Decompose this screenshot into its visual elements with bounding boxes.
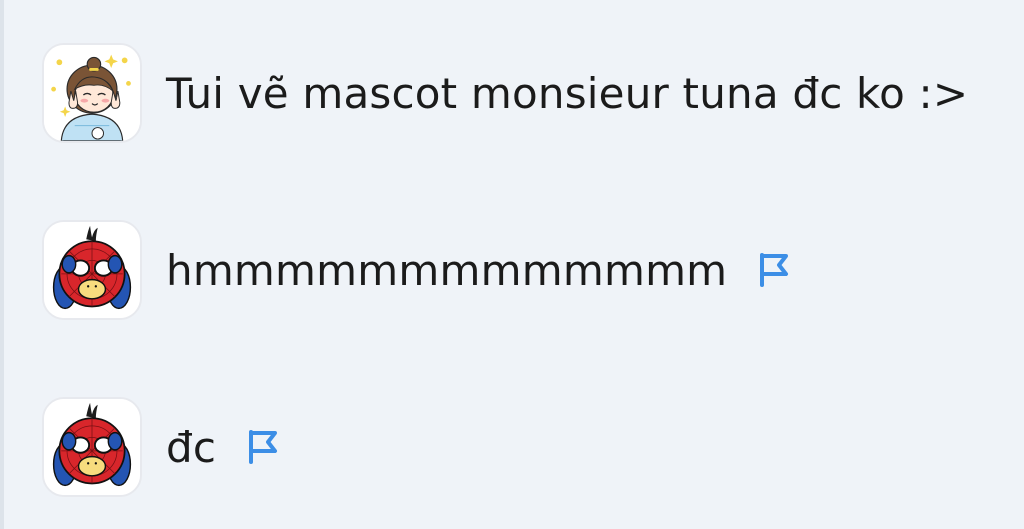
message-text: đc — [166, 422, 217, 472]
message-text: hmmmmmmmmmmmmm — [166, 245, 728, 295]
spider-duck-avatar-icon[interactable] — [42, 220, 142, 320]
girl-peace-sign-avatar-icon[interactable] — [42, 43, 142, 143]
chat-message: Tui vẽ mascot monsieur tuna đc ko :> — [42, 42, 968, 144]
flag-icon[interactable] — [757, 252, 791, 288]
chat-message: hmmmmmmmmmmmmm — [42, 219, 791, 321]
spider-duck-avatar-icon[interactable] — [42, 397, 142, 497]
flag-icon[interactable] — [246, 429, 280, 465]
chat-message: đc — [42, 396, 280, 498]
message-text: Tui vẽ mascot monsieur tuna đc ko :> — [166, 68, 969, 118]
left-edge-strip — [0, 0, 4, 529]
